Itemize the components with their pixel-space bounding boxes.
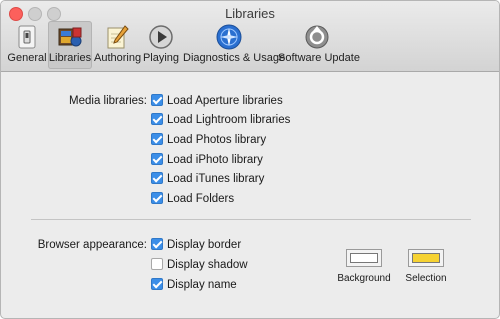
tab-software-update[interactable]: Software Update [278,21,360,69]
checkbox-load-itunes[interactable] [151,172,163,184]
option-display-name[interactable]: Display name [151,276,237,294]
checkbox-display-name[interactable] [151,278,163,290]
selection-color-well[interactable] [408,249,444,267]
window-title: Libraries [225,6,275,21]
checkbox-load-aperture[interactable] [151,94,163,106]
tab-diagnostics-label: Diagnostics & Usage [183,52,286,64]
tab-playing[interactable]: Playing [142,21,180,69]
libraries-pane: Media libraries: Load Aperture libraries… [1,72,499,318]
preferences-window: Libraries General Libraries Authoring Pl… [0,0,500,319]
option-display-border-label: Display border [167,239,242,251]
option-load-photos[interactable]: Load Photos library [151,131,266,149]
option-display-shadow[interactable]: Display shadow [151,256,248,274]
browser-appearance-label: Browser appearance: [37,239,147,251]
option-load-itunes[interactable]: Load iTunes library [151,170,264,188]
selection-color-label: Selection [405,273,447,284]
option-load-iphoto-label: Load iPhoto library [167,154,263,166]
option-load-aperture-label: Load Aperture libraries [167,95,283,107]
libraries-icon [56,23,84,51]
software-update-icon [303,23,331,51]
option-load-lightroom[interactable]: Load Lightroom libraries [151,111,290,129]
option-load-itunes-label: Load iTunes library [167,173,265,185]
option-load-aperture[interactable]: Load Aperture libraries [151,92,283,110]
tab-authoring-label: Authoring [94,52,142,64]
pencil-pad-icon [103,23,131,51]
checkbox-load-iphoto[interactable] [151,153,163,165]
selection-color-fill [412,253,440,263]
tab-general-label: General [7,52,47,64]
background-color-fill [350,253,378,263]
option-display-name-label: Display name [167,279,237,291]
background-color-well[interactable] [346,249,382,267]
option-load-folders-label: Load Folders [167,193,235,205]
checkbox-load-folders[interactable] [151,192,163,204]
tab-libraries[interactable]: Libraries [48,21,92,69]
diagnostics-compass-icon [215,23,243,51]
option-load-folders[interactable]: Load Folders [151,190,234,208]
option-load-lightroom-label: Load Lightroom libraries [167,114,291,126]
tab-libraries-label: Libraries [48,52,92,64]
section-divider [31,219,471,220]
option-display-border[interactable]: Display border [151,236,241,254]
tab-software-update-label: Software Update [278,52,360,64]
tab-diagnostics-usage[interactable]: Diagnostics & Usage [183,21,286,69]
tab-playing-label: Playing [142,52,180,64]
checkbox-load-lightroom[interactable] [151,113,163,125]
general-switch-icon [13,23,41,51]
checkbox-load-photos[interactable] [151,133,163,145]
option-display-shadow-label: Display shadow [167,259,248,271]
media-libraries-label: Media libraries: [69,95,147,107]
tab-authoring[interactable]: Authoring [94,21,142,69]
tab-general[interactable]: General [7,21,47,69]
toolbar: Libraries General Libraries Authoring Pl… [1,1,499,72]
checkbox-display-border[interactable] [151,238,163,250]
checkbox-display-shadow[interactable] [151,258,163,270]
play-icon [147,23,175,51]
option-load-photos-label: Load Photos library [167,134,267,146]
option-load-iphoto[interactable]: Load iPhoto library [151,151,263,169]
